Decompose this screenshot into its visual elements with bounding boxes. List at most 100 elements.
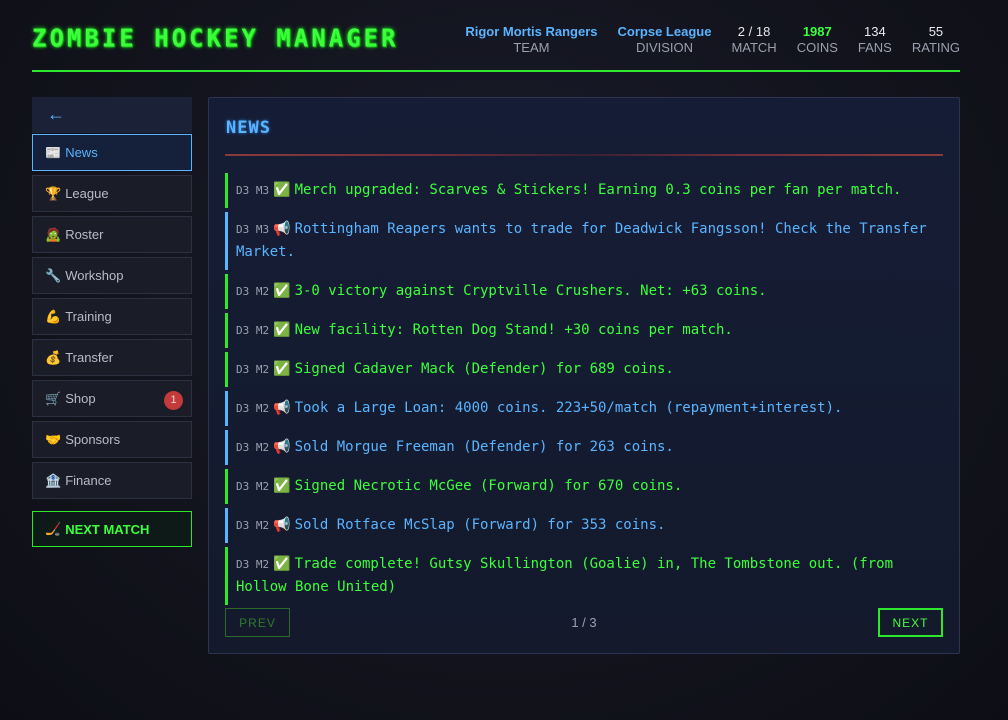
page-indicator: 1 / 3 xyxy=(571,615,597,630)
sidebar-item-workshop[interactable]: 🔧 Workshop xyxy=(32,257,192,294)
megaphone-icon: 📢 xyxy=(273,439,291,455)
team-label: TEAM xyxy=(513,40,550,55)
news-text: Signed Cadaver Mack (Defender) for 689 c… xyxy=(294,361,674,377)
sidebar-item-label: News xyxy=(65,145,98,160)
sidebar-item-roster[interactable]: 🧟 Roster xyxy=(32,216,192,253)
news-text: 3-0 victory against Cryptville Crushers.… xyxy=(294,283,767,299)
news-item: D3 M2 📢 Sold Morgue Freeman (Defender) for… xyxy=(225,430,943,465)
fans-value: 134 xyxy=(864,24,886,39)
match-value: 2 / 18 xyxy=(737,24,771,39)
news-timestamp: D3 M2 xyxy=(236,519,270,532)
page-title: NEWS xyxy=(226,118,271,138)
news-timestamp: D3 M2 xyxy=(236,402,270,415)
coins-label: COINS xyxy=(796,40,838,55)
news-timestamp: D3 M2 xyxy=(236,441,270,454)
check-icon: ✅ xyxy=(273,556,291,572)
news-text: Trade complete! Gutsy Skullington (Goali… xyxy=(236,556,894,595)
money-bag-icon: 💰 xyxy=(45,349,62,365)
news-timestamp: D3 M2 xyxy=(236,324,270,337)
wrench-icon: 🔧 xyxy=(45,267,62,283)
sidebar-item-training[interactable]: 💪 Training xyxy=(32,298,192,335)
title-divider xyxy=(225,154,943,156)
news-item: D3 M2 ✅ Signed Cadaver Mack (Defender) for… xyxy=(225,352,943,387)
stat-rating: 55 RATING xyxy=(912,24,960,56)
stat-division: Corpse League DIVISION xyxy=(618,24,712,56)
check-icon: ✅ xyxy=(273,322,291,338)
check-icon: ✅ xyxy=(273,283,291,299)
news-text: New facility: Rotten Dog Stand! +30 coin… xyxy=(294,322,733,338)
bank-icon: 🏦 xyxy=(45,472,62,488)
news-text: Signed Necrotic McGee (Forward) for 670 … xyxy=(294,478,683,494)
stat-team: Rigor Mortis Rangers TEAM xyxy=(465,24,597,56)
stat-coins: 1987 COINS xyxy=(797,24,838,56)
handshake-icon: 🤝 xyxy=(45,431,62,447)
news-timestamp: D3 M2 xyxy=(236,363,270,376)
news-timestamp: D3 M2 xyxy=(236,558,270,571)
news-timestamp: D3 M3 xyxy=(236,223,270,236)
sidebar-item-shop[interactable]: 🛒 Shop 1 xyxy=(32,380,192,417)
stat-fans: 134 FANS xyxy=(858,24,892,56)
next-button[interactable]: NEXT xyxy=(878,608,943,637)
next-match-button[interactable]: 🏒 NEXT MATCH xyxy=(32,511,192,547)
division-label: DIVISION xyxy=(635,40,694,55)
news-timestamp: D3 M2 xyxy=(236,285,270,298)
news-item: D3 M3 ✅ Merch upgraded: Scarves & Stickers… xyxy=(225,173,943,208)
sidebar-item-label: Sponsors xyxy=(65,432,121,447)
rating-label: RATING xyxy=(911,40,960,55)
rating-value: 55 xyxy=(928,24,944,39)
team-name: Rigor Mortis Rangers xyxy=(465,24,598,39)
sidebar-item-label: Shop xyxy=(65,391,96,406)
news-item: D3 M2 ✅ Signed Necrotic McGee (Forward) fo… xyxy=(225,469,943,504)
check-icon: ✅ xyxy=(273,182,291,198)
division-name: Corpse League xyxy=(617,24,712,39)
notification-badge: 1 xyxy=(164,391,183,410)
news-text: Rottingham Reapers wants to trade for De… xyxy=(236,221,927,260)
sidebar-item-label: Workshop xyxy=(65,268,124,283)
news-timestamp: D3 M3 xyxy=(236,184,270,197)
news-text: Took a Large Loan: 4000 coins. 223+50/ma… xyxy=(294,400,843,416)
match-label: MATCH xyxy=(731,40,777,55)
megaphone-icon: 📢 xyxy=(273,517,291,533)
fans-label: FANS xyxy=(857,40,892,55)
pagination: PREV 1 / 3 NEXT xyxy=(225,608,943,638)
sidebar-item-sponsors[interactable]: 🤝 Sponsors xyxy=(32,421,192,458)
news-panel: NEWS D3 M3 ✅ Merch upgraded: Scarves & Sti… xyxy=(208,97,960,654)
hockey-stick-icon: 🏒 xyxy=(45,521,62,536)
sidebar-item-label: Training xyxy=(65,309,112,324)
stat-match: 2 / 18 MATCH xyxy=(731,24,776,56)
sidebar-item-league[interactable]: 🏆 League xyxy=(32,175,192,212)
news-text: Sold Rotface McSlap (Forward) for 353 co… xyxy=(294,517,666,533)
sidebar: ← 📰 News 🏆 League 🧟 Roster 🔧 Workshop 💪 … xyxy=(32,97,192,547)
shopping-cart-icon: 🛒 xyxy=(45,390,62,406)
news-item: D3 M2 ✅ New facility: Rotten Dog Stand! +3… xyxy=(225,313,943,348)
game-logo: ZOMBIE HOCKEY MANAGER xyxy=(32,23,399,53)
sidebar-item-label: League xyxy=(65,186,109,201)
coins-value: 1987 xyxy=(802,24,832,39)
news-item: D3 M3 📢 Rottingham Reapers wants to trade … xyxy=(225,212,943,270)
news-timestamp: D3 M2 xyxy=(236,480,270,493)
check-icon: ✅ xyxy=(273,478,291,494)
stats-bar: Rigor Mortis Rangers TEAM Corpse League … xyxy=(465,24,960,56)
news-text: Sold Morgue Freeman (Defender) for 263 c… xyxy=(294,439,674,455)
megaphone-icon: 📢 xyxy=(273,221,291,237)
sidebar-item-news[interactable]: 📰 News xyxy=(32,134,192,171)
news-text: Merch upgraded: Scarves & Stickers! Earn… xyxy=(294,182,902,198)
sidebar-item-label: Roster xyxy=(65,227,104,242)
sidebar-item-transfer[interactable]: 💰 Transfer xyxy=(32,339,192,376)
zombie-icon: 🧟 xyxy=(45,226,62,242)
top-bar: ZOMBIE HOCKEY MANAGER Rigor Mortis Range… xyxy=(32,18,960,72)
news-item: D3 M2 📢 Took a Large Loan: 4000 coins. 223… xyxy=(225,391,943,426)
trophy-icon: 🏆 xyxy=(45,185,62,201)
back-button[interactable]: ← xyxy=(32,97,192,133)
news-item: D3 M2 ✅ Trade complete! Gutsy Skullington … xyxy=(225,547,943,605)
flexed-arm-icon: 💪 xyxy=(45,308,62,324)
news-list: D3 M3 ✅ Merch upgraded: Scarves & Stickers… xyxy=(225,173,943,609)
back-arrow-icon: ← xyxy=(47,104,65,124)
check-icon: ✅ xyxy=(273,361,291,377)
sidebar-item-finance[interactable]: 🏦 Finance xyxy=(32,462,192,499)
news-item: D3 M2 ✅ 3-0 victory against Cryptville Cru… xyxy=(225,274,943,309)
sidebar-item-label: Finance xyxy=(65,473,112,488)
megaphone-icon: 📢 xyxy=(273,400,291,416)
news-item: D3 M2 📢 Sold Rotface McSlap (Forward) for … xyxy=(225,508,943,543)
next-match-label: NEXT MATCH xyxy=(65,521,150,537)
